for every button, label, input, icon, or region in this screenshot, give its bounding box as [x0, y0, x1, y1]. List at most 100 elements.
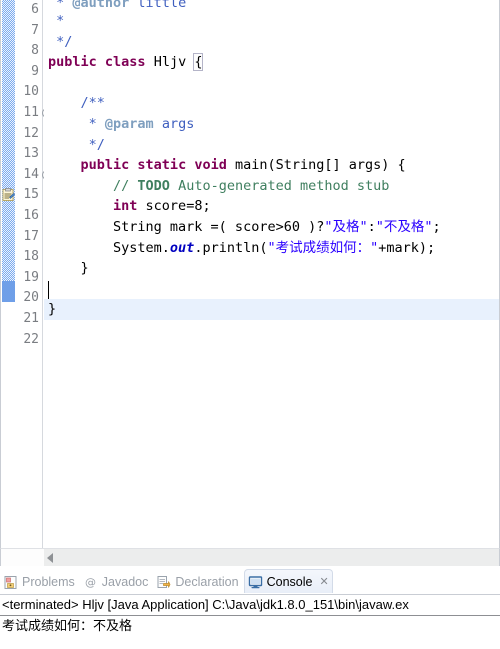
text-caret	[48, 281, 49, 299]
declaration-icon	[156, 575, 171, 590]
code-token: main(String[] args) {	[226, 157, 406, 174]
console-process-header: <terminated> Hljv [Java Application] C:\…	[0, 595, 500, 616]
code-line: int score=8;	[44, 196, 499, 217]
view-tab-bar: Problems @ Javadoc Declaration Console ✕	[0, 566, 500, 594]
code-token: int	[113, 198, 138, 215]
line-number-row: 12	[15, 124, 42, 145]
line-number-row: 18	[15, 247, 42, 268]
editor-text-area[interactable]: 6 7 8 9 10 11 12 13 14 15 16 17 18 19 20…	[0, 0, 500, 548]
todo-keyword: TODO	[137, 177, 170, 194]
line-number: 20	[23, 290, 39, 306]
code-token: */	[48, 33, 73, 50]
code-line: */	[44, 32, 499, 53]
line-number: 7	[31, 22, 39, 38]
line-number: 16	[23, 207, 39, 223]
line-number-row: 19	[15, 268, 42, 289]
editor-horizontal-scrollbar[interactable]	[0, 548, 500, 566]
svg-text:@: @	[85, 576, 96, 589]
code-line: * @author little	[44, 0, 499, 11]
code-line: *	[44, 11, 499, 32]
console-output-line: 考试成绩如何：不及格	[2, 618, 133, 633]
code-token: }	[48, 260, 89, 277]
line-number: 12	[23, 125, 39, 141]
change-ruler	[2, 0, 15, 302]
code-token: //	[113, 177, 138, 194]
line-number-row: 20	[15, 288, 42, 309]
code-token: class	[104, 54, 146, 71]
tab-declaration[interactable]: Declaration	[153, 570, 243, 594]
line-number: 9	[31, 63, 39, 79]
line-number-row: 7	[15, 21, 42, 42]
code-token: public	[48, 54, 97, 71]
code-token: Hljv	[145, 54, 195, 71]
code-line: /**	[44, 93, 499, 114]
code-token: +mark);	[378, 239, 436, 256]
code-line: String mark =( score>60 )?"及格":"不及格";	[44, 217, 499, 238]
code-token: Auto-generated method stub	[169, 177, 390, 194]
string-literal: "不及格"	[375, 218, 433, 235]
code-token: :	[367, 218, 376, 235]
line-number-ruler[interactable]: 6 7 8 9 10 11 12 13 14 15 16 17 18 19 20…	[2, 0, 52, 548]
editor-panel: 6 7 8 9 10 11 12 13 14 15 16 17 18 19 20…	[0, 0, 500, 566]
code-token: String mark =( score>60 )?	[48, 218, 325, 235]
line-number-row: 22	[15, 330, 42, 351]
code-token: */	[48, 136, 105, 153]
line-number: 15	[23, 187, 39, 203]
source-code[interactable]: * @author little * */ public class Hljv …	[44, 0, 499, 548]
code-token: score=8;	[137, 198, 211, 215]
problems-icon	[3, 575, 18, 590]
code-line-current: }	[44, 299, 499, 320]
string-literal: "及格"	[324, 218, 368, 235]
todo-task-icon[interactable]	[2, 188, 15, 202]
scrollbar-track[interactable]	[44, 549, 499, 566]
line-number-row: 21	[15, 309, 42, 330]
code-line: // TODO Auto-generated method stub	[44, 176, 499, 197]
line-number-row: 13	[15, 144, 42, 165]
bottom-view-stack: Problems @ Javadoc Declaration Console ✕…	[0, 566, 500, 649]
tab-javadoc[interactable]: @ Javadoc	[80, 570, 154, 594]
line-number-row: 10	[15, 82, 42, 103]
code-line: System.out.println("考试成绩如何："+mark);	[44, 238, 499, 259]
code-token: }	[48, 301, 57, 318]
matching-brace: {	[193, 53, 204, 72]
line-number-row: 8	[15, 41, 42, 62]
static-field-token: out	[169, 239, 195, 256]
line-number-row: 11	[15, 103, 52, 124]
tab-console[interactable]: Console ✕	[243, 569, 333, 594]
code-token: *	[48, 13, 65, 29]
line-number-row: 9	[15, 62, 42, 83]
code-token: public	[80, 157, 130, 174]
close-icon[interactable]: ✕	[319, 576, 328, 588]
line-number-row: 17	[15, 227, 42, 248]
console-icon	[248, 575, 263, 590]
tab-problems[interactable]: Problems	[0, 570, 80, 594]
line-number-row: 6	[15, 0, 42, 21]
code-line: public class Hljv {	[44, 52, 499, 73]
code-token: /**	[48, 95, 105, 112]
line-number-row: 16	[15, 206, 42, 227]
tab-label: Declaration	[175, 575, 239, 589]
code-line: */	[44, 135, 499, 156]
code-token: little	[129, 0, 187, 11]
code-token: @author	[72, 0, 130, 11]
code-token: @param	[104, 115, 154, 132]
line-number: 14	[23, 166, 39, 182]
scroll-left-arrow-icon[interactable]	[47, 553, 53, 563]
string-literal: "考试成绩如何："	[267, 239, 379, 256]
console-output[interactable]: <terminated> Hljv [Java Application] C:\…	[0, 594, 500, 649]
line-number: 17	[23, 228, 39, 244]
code-token: void	[186, 157, 227, 174]
line-number-row: 15	[2, 185, 42, 206]
line-number: 11	[23, 104, 39, 120]
tab-label: Javadoc	[101, 575, 149, 589]
change-ruler-current	[2, 281, 15, 302]
javadoc-icon: @	[83, 575, 98, 590]
code-token: *	[48, 0, 73, 11]
line-number: 13	[23, 146, 39, 162]
